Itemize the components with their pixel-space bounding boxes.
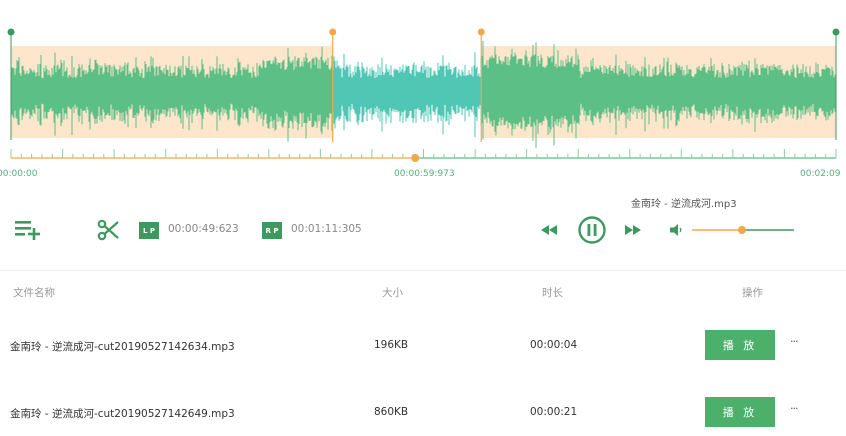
column-header-duration: 时长 bbox=[542, 287, 563, 299]
file-size: 196KB bbox=[374, 339, 409, 351]
right-point-marker-button[interactable]: R P bbox=[262, 222, 282, 239]
left-point-time: 00:00:49:623 bbox=[168, 223, 239, 235]
timeline-current-time: 00:00:59:973 bbox=[394, 169, 455, 179]
table-row: 金南玲 - 逆流成河-cut20190527142634.mp3 196KB 0… bbox=[0, 326, 846, 366]
scissors-icon[interactable] bbox=[96, 218, 120, 242]
file-duration: 00:00:21 bbox=[530, 406, 578, 418]
waveform-editor[interactable]: 00:00:00 00:00:59:973 00:02:09 bbox=[0, 0, 846, 190]
column-header-name: 文件名称 bbox=[13, 287, 55, 299]
volume-icon bbox=[670, 224, 682, 236]
table-row: 金南玲 - 逆流成河-cut20190527142649.mp3 860KB 0… bbox=[0, 393, 846, 433]
section-divider bbox=[0, 270, 846, 271]
playlist-add-icon[interactable] bbox=[14, 218, 42, 240]
file-duration: 00:00:04 bbox=[530, 339, 578, 351]
right-point-time: 00:01:11:305 bbox=[291, 223, 362, 235]
column-header-actions: 操作 bbox=[742, 287, 763, 299]
selection-start-handle bbox=[329, 28, 337, 36]
waveform-signal-selected bbox=[332, 52, 482, 138]
timeline-end-time: 00:02:09 bbox=[800, 169, 841, 179]
start-edge-handle bbox=[7, 28, 15, 36]
timeline-start-time: 00:00:00 bbox=[0, 169, 38, 179]
pause-icon[interactable] bbox=[577, 215, 607, 245]
selection-end-handle bbox=[477, 28, 485, 36]
timeline-ticks bbox=[10, 149, 837, 158]
file-name: 金南玲 - 逆流成河-cut20190527142649.mp3 bbox=[10, 408, 235, 420]
column-header-size: 大小 bbox=[382, 287, 403, 299]
volume-handle bbox=[737, 226, 746, 234]
rewind-icon[interactable] bbox=[539, 222, 559, 238]
file-size: 860KB bbox=[374, 406, 409, 418]
file-name: 金南玲 - 逆流成河-cut20190527142634.mp3 bbox=[10, 341, 235, 353]
playhead-handle bbox=[411, 154, 420, 162]
more-options-button[interactable]: ··· bbox=[790, 335, 798, 348]
play-button[interactable]: 播 放 bbox=[705, 397, 775, 427]
fast-forward-icon[interactable] bbox=[623, 222, 643, 238]
play-button[interactable]: 播 放 bbox=[705, 330, 775, 360]
more-options-button[interactable]: ··· bbox=[790, 402, 798, 415]
current-track-name: 金南玲 - 逆流成河.mp3 bbox=[631, 199, 737, 210]
left-point-marker-button[interactable]: L P bbox=[139, 222, 159, 239]
volume-slider[interactable] bbox=[692, 222, 794, 238]
end-edge-handle bbox=[832, 28, 840, 36]
waveform-canvas[interactable] bbox=[0, 0, 846, 190]
